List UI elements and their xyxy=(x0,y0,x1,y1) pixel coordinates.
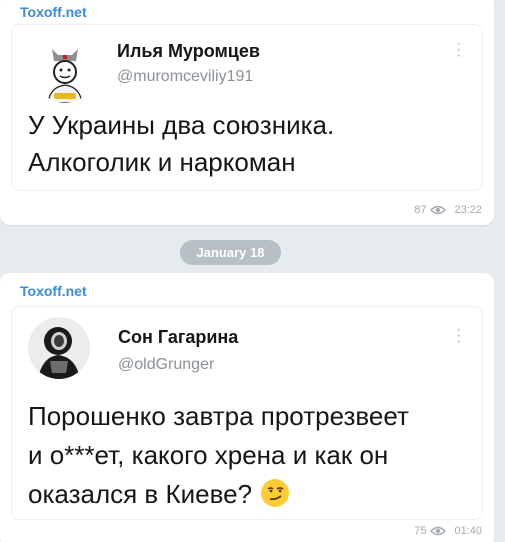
chat-feed: Toxoff.net Илья Муромцев @muromceviliy19… xyxy=(0,0,505,542)
view-count: 87 xyxy=(414,204,427,216)
eye-icon xyxy=(430,205,447,215)
message-time: 01:40 xyxy=(454,525,482,537)
view-count: 75 xyxy=(414,525,427,537)
date-separator[interactable]: January 18 xyxy=(180,240,281,265)
channel-post: Toxoff.net Сон Гагарина @oldGrunger · · · … xyxy=(0,273,494,542)
tweet-text-line: Алкоголик и наркоман xyxy=(28,147,296,177)
channel-post: Toxoff.net Илья Муромцев @muromceviliy19… xyxy=(0,0,494,225)
avatar-drawing-icon xyxy=(34,41,96,103)
tweet-text: Порошенко завтра протрезвеет и о***ет, к… xyxy=(28,397,466,514)
tweet-card: Илья Муромцев @muromceviliy191 · · · У Укр… xyxy=(11,24,483,191)
tweet-author-name: Илья Муромцев xyxy=(117,41,260,61)
tweet-avatar[interactable] xyxy=(34,41,96,103)
tweet-text-line-last: оказался в Киеве? xyxy=(28,475,466,514)
tweet-text-line: Порошенко завтра протрезвеет xyxy=(28,401,409,431)
tweet-avatar[interactable] xyxy=(28,317,90,379)
tweet-card: Сон Гагарина @oldGrunger · · · Порошенко з… xyxy=(11,306,483,520)
tweet-text-line: оказался в Киеве? xyxy=(28,479,253,509)
smirking-face-emoji xyxy=(261,479,290,507)
more-vertical-icon[interactable]: · · · xyxy=(456,322,461,350)
eye-icon xyxy=(430,526,447,536)
channel-name[interactable]: Toxoff.net xyxy=(20,283,87,299)
tweet-author-handle: @oldGrunger xyxy=(118,356,215,373)
tweet-text-line: У Украины два союзника. xyxy=(28,110,335,140)
channel-name[interactable]: Toxoff.net xyxy=(20,4,87,20)
tweet-author-name: Сон Гагарина xyxy=(118,327,239,347)
tweet-author-handle: @muromceviliy191 xyxy=(117,68,254,85)
message-meta: 75 01:40 xyxy=(414,525,482,537)
tweet-text: У Украины два союзника. Алкоголик и нарк… xyxy=(28,107,466,181)
more-vertical-icon[interactable]: · · · xyxy=(456,36,461,64)
astronaut-avatar-icon xyxy=(28,317,90,379)
message-time: 23:22 xyxy=(454,204,482,216)
message-meta: 87 23:22 xyxy=(414,204,482,216)
tweet-text-line: и о***ет, какого хрена и как он xyxy=(28,440,389,470)
